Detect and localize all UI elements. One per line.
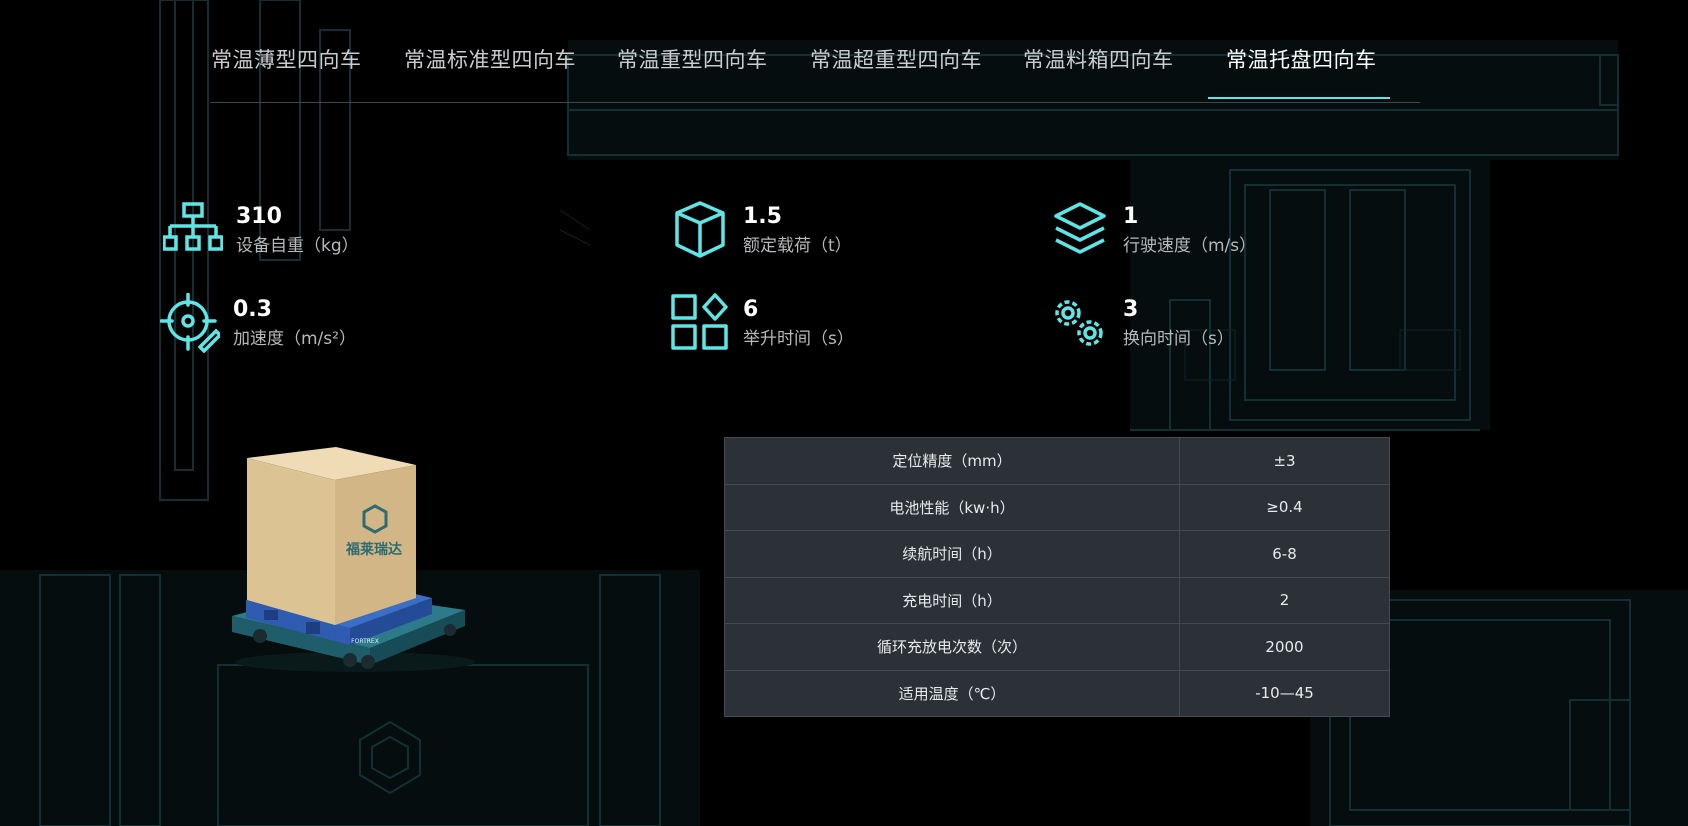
tab-standard-four-way-shuttle[interactable]: 常温标准型四向车 bbox=[404, 44, 576, 74]
param-name: 电池性能（kw·h） bbox=[724, 483, 1180, 531]
spec-value: 1.5 bbox=[743, 204, 782, 229]
param-name: 充电时间（h） bbox=[724, 576, 1180, 624]
spec-label: 换向时间（s） bbox=[1123, 329, 1234, 349]
target-edit-icon bbox=[160, 293, 220, 353]
spec-label: 额定载荷（t） bbox=[743, 236, 852, 256]
spec-label: 加速度（m/s²） bbox=[233, 329, 356, 349]
product-tabs: 常温薄型四向车 常温标准型四向车 常温重型四向车 常温超重型四向车 常温料箱四向… bbox=[0, 0, 1688, 103]
param-value: 2 bbox=[1179, 576, 1390, 624]
spec-value: 1 bbox=[1123, 204, 1139, 229]
param-name: 续航时间（h） bbox=[724, 530, 1180, 578]
tab-pallet-four-way-shuttle[interactable]: 常温托盘四向车 bbox=[1226, 44, 1377, 74]
cube-icon bbox=[670, 200, 730, 260]
table-row: 续航时间（h） 6-8 bbox=[724, 530, 1390, 578]
param-name: 适用温度（℃） bbox=[724, 669, 1180, 717]
apps-grid-icon bbox=[670, 293, 730, 353]
layers-icon bbox=[1050, 200, 1110, 260]
tab-bin-four-way-shuttle[interactable]: 常温料箱四向车 bbox=[1023, 44, 1174, 74]
param-value: 6-8 bbox=[1179, 530, 1390, 578]
org-chart-icon bbox=[163, 200, 223, 260]
parameter-table: 定位精度（mm） ±3 电池性能（kw·h） ≥0.4 续航时间（h） 6-8 … bbox=[724, 437, 1390, 717]
table-row: 定位精度（mm） ±3 bbox=[724, 437, 1390, 485]
table-row: 充电时间（h） 2 bbox=[724, 576, 1390, 624]
param-value: 2000 bbox=[1179, 623, 1390, 671]
box-brand: 福莱瑞达 bbox=[345, 541, 402, 558]
spec-value: 6 bbox=[743, 297, 759, 322]
tab-super-heavy-four-way-shuttle[interactable]: 常温超重型四向车 bbox=[810, 44, 982, 74]
vehicle-brand: FORTREX bbox=[351, 638, 379, 645]
tab-thin-four-way-shuttle[interactable]: 常温薄型四向车 bbox=[211, 44, 362, 74]
table-row: 循环充放电次数（次） 2000 bbox=[724, 623, 1390, 671]
spec-label: 行驶速度（m/s） bbox=[1123, 236, 1257, 256]
spec-value: 0.3 bbox=[233, 297, 272, 322]
table-row: 适用温度（℃） -10—45 bbox=[724, 669, 1390, 717]
spec-value: 3 bbox=[1123, 297, 1139, 322]
param-value: ≥0.4 bbox=[1179, 483, 1390, 531]
spec-label: 举升时间（s） bbox=[743, 329, 854, 349]
spec-label: 设备自重（kg） bbox=[236, 236, 359, 256]
param-name: 循环充放电次数（次） bbox=[724, 623, 1180, 671]
tabs-divider bbox=[210, 102, 1420, 103]
param-value: ±3 bbox=[1179, 437, 1390, 485]
pallet-shuttle-image: 福莱瑞达 FORTREX bbox=[220, 440, 490, 680]
param-name: 定位精度（mm） bbox=[724, 437, 1180, 485]
active-tab-indicator bbox=[1208, 97, 1390, 99]
param-value: -10—45 bbox=[1179, 669, 1390, 717]
table-row: 电池性能（kw·h） ≥0.4 bbox=[724, 483, 1390, 531]
tab-heavy-four-way-shuttle[interactable]: 常温重型四向车 bbox=[617, 44, 768, 74]
gears-icon bbox=[1050, 293, 1110, 353]
spec-value: 310 bbox=[236, 204, 282, 229]
